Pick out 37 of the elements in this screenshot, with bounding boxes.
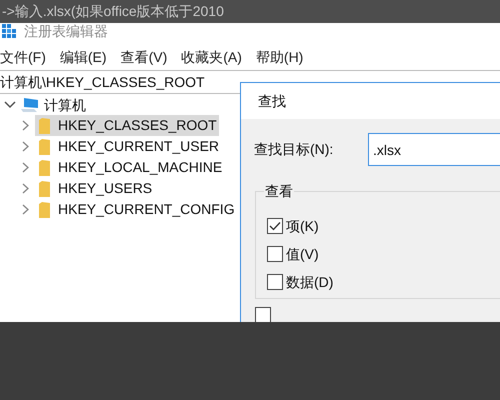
tree-item[interactable]: 计算机 xyxy=(44,94,86,116)
folder-icon xyxy=(39,160,50,176)
checkbox-label: 值(V) xyxy=(286,244,319,264)
checkbox[interactable] xyxy=(255,307,271,323)
chevron-down-icon[interactable] xyxy=(4,101,16,109)
dialog-title: 查找 xyxy=(258,92,286,110)
chevron-right-icon[interactable] xyxy=(22,162,29,173)
folder-icon xyxy=(39,202,50,218)
tree-item[interactable]: HKEY_CLASSES_ROOT xyxy=(35,115,219,136)
tree-item[interactable]: HKEY_LOCAL_MACHINE xyxy=(35,157,224,178)
tree-item[interactable]: HKEY_USERS xyxy=(35,178,154,199)
checkbox-label: 项(K) xyxy=(286,216,319,236)
menu-item[interactable]: 编辑(E) xyxy=(60,46,107,68)
search-field[interactable]: .xlsx xyxy=(368,133,500,166)
folder-icon xyxy=(39,180,50,196)
tree-item[interactable]: HKEY_CURRENT_CONFIG xyxy=(35,199,237,220)
menu-item[interactable]: 查看(V) xyxy=(120,46,168,68)
folder-icon xyxy=(39,138,50,154)
chevron-right-icon[interactable] xyxy=(22,204,29,215)
menu-item[interactable]: 收藏夹(A) xyxy=(181,46,242,68)
checkbox[interactable] xyxy=(267,218,283,234)
registry-icon xyxy=(2,24,16,38)
menu-item[interactable]: 文件(F) xyxy=(0,46,46,68)
field-label: 查找目标(N): xyxy=(254,140,334,159)
chevron-right-icon[interactable] xyxy=(22,183,29,194)
computer-icon xyxy=(20,97,40,113)
checkbox[interactable] xyxy=(267,274,283,290)
address-bar[interactable]: 计算机\HKEY_CLASSES_ROOT xyxy=(0,72,205,92)
chevron-right-icon[interactable] xyxy=(22,141,29,152)
window-title: 注册表编辑器 xyxy=(24,24,108,38)
chevron-right-icon[interactable] xyxy=(22,120,29,131)
checkbox[interactable] xyxy=(267,246,283,262)
checkbox-label: 数据(D) xyxy=(286,272,334,292)
folder-icon xyxy=(39,118,50,134)
caption-text: ->输入.xlsx(如果office版本低于2010 xyxy=(1,2,224,21)
menu-item[interactable]: 帮助(H) xyxy=(256,46,304,68)
tree-item[interactable]: HKEY_CURRENT_USER xyxy=(35,136,222,157)
